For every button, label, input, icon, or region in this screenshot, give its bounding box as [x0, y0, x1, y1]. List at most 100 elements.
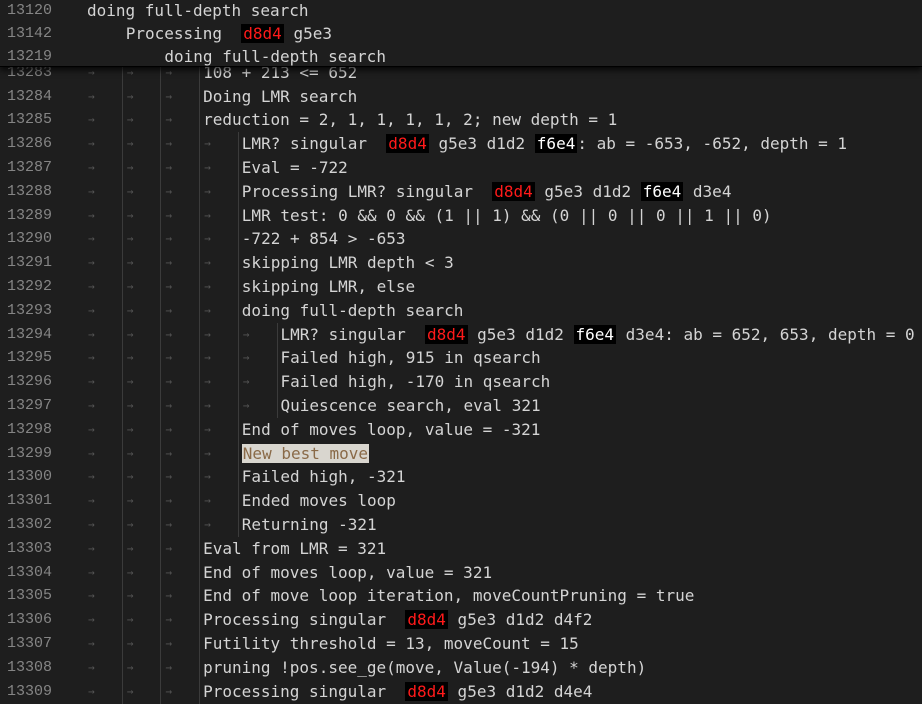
- code-line[interactable]: 13309 → → → Processing singular d8d4 g5e3 d1…: [0, 680, 922, 704]
- tab-arrow-icon: →: [204, 160, 211, 174]
- code-line[interactable]: 13294 → → → → → LMR? singular d8d4 g5e3 d1d2 f…: [0, 323, 922, 347]
- code-line[interactable]: 13292 → → → → skipping LMR, else: [0, 275, 922, 299]
- line-number: 13142: [7, 25, 53, 42]
- code-line[interactable]: 13301 → → → → Ended moves loop: [0, 489, 922, 513]
- sticky-scroll-header[interactable]: 13120 doing full-depth search 13142 Process…: [0, 0, 922, 67]
- text-segment: End of move loop iteration, moveCountPru…: [203, 586, 695, 606]
- code-line[interactable]: 13298 → → → → End of moves loop, value = -321: [0, 418, 922, 442]
- tab-arrow-icon: →: [88, 89, 95, 103]
- tab-arrow-icon: →: [88, 279, 95, 293]
- tab-arrow-icon: →: [242, 375, 250, 389]
- text-segment: Processing: [125, 24, 242, 43]
- tab-arrow-icon: →: [165, 232, 173, 246]
- code-line[interactable]: 13295 → → → → → Failed high, 915 in qsearch: [0, 346, 922, 370]
- code-line[interactable]: 13284 → → → Doing LMR search: [0, 85, 922, 109]
- code-line[interactable]: 13299 → → → → New best move: [0, 442, 922, 466]
- line-text: LMR? singular d8d4 g5e3 d1d2 f6e4: ab = …: [242, 132, 847, 156]
- line-number: 13300: [7, 468, 53, 486]
- code-line[interactable]: 13300 → → → → Failed high, -321: [0, 465, 922, 489]
- code-line[interactable]: 13293 → → → → doing full-depth search: [0, 299, 922, 323]
- highlight-white-token: f6e4: [534, 134, 578, 154]
- text-segment: -722 + 854 > -653: [241, 229, 406, 249]
- code-line[interactable]: 13303 → → → Eval from LMR = 321: [0, 537, 922, 561]
- code-line[interactable]: 13291 → → → → skipping LMR depth < 3: [0, 251, 922, 275]
- code-line[interactable]: 13308 → → → pruning !pos.see_ge(move, Value(…: [0, 656, 922, 680]
- code-line[interactable]: 13289 → → → → LMR test: 0 && 0 && (1 || 1) &&…: [0, 204, 922, 228]
- code-line[interactable]: 13296 → → → → → Failed high, -170 in qsearch: [0, 370, 922, 394]
- text-segment: : ab = -653, -652, depth = 1: [577, 134, 848, 154]
- line-text: Doing LMR search: [203, 85, 357, 109]
- selected-text: New best move: [241, 443, 370, 463]
- line-text: Processing singular d8d4 g5e3 d1d2 d4e4: [203, 680, 592, 704]
- tab-arrow-icon: →: [165, 541, 173, 555]
- line-text: Eval = -722: [242, 156, 348, 180]
- text-segment: Processing LMR? singular: [241, 181, 493, 201]
- tab-arrow-icon: →: [165, 351, 173, 365]
- line-text: Processing d8d4 g5e3: [126, 22, 332, 45]
- tab-arrow-icon: →: [165, 494, 173, 508]
- tab-arrow-icon: →: [165, 113, 173, 127]
- text-segment: g5e3 d1d2 d4e4: [447, 681, 593, 701]
- line-text: Futility threshold = 13, moveCount = 15: [203, 632, 579, 656]
- tab-arrow-icon: →: [88, 327, 95, 341]
- text-segment: Doing LMR search: [203, 86, 358, 106]
- line-number: 13299: [7, 444, 53, 462]
- code-line[interactable]: 13287 → → → → Eval = -722: [0, 156, 922, 180]
- code-line[interactable]: 13306 → → → Processing singular d8d4 g5e3 d1…: [0, 608, 922, 632]
- text-segment: Futility threshold = 13, moveCount = 15: [203, 633, 579, 653]
- text-segment: End of moves loop, value = 321: [203, 562, 493, 582]
- code-line[interactable]: 13120 doing full-depth search: [0, 0, 922, 22]
- tab-arrow-icon: →: [165, 565, 173, 579]
- line-text: doing full-depth search: [242, 299, 464, 323]
- tab-arrow-icon: →: [126, 636, 134, 650]
- line-number: 13291: [7, 254, 53, 272]
- text-segment: doing full-depth search: [241, 300, 464, 320]
- code-line[interactable]: 13142 Processing d8d4 g5e3: [0, 22, 922, 45]
- tab-arrow-icon: →: [165, 137, 173, 151]
- line-number: 13301: [7, 492, 53, 510]
- text-segment: LMR test: 0 && 0 && (1 || 1) && (0 || 0 …: [241, 205, 772, 225]
- tab-arrow-icon: →: [165, 279, 173, 293]
- tab-arrow-icon: →: [88, 137, 95, 151]
- text-segment: reduction = 2, 1, 1, 1, 1, 2; new depth …: [203, 110, 618, 130]
- line-number: 13305: [7, 587, 53, 605]
- tab-arrow-icon: →: [126, 375, 134, 389]
- text-segment: doing full-depth search: [164, 47, 386, 66]
- tab-arrow-icon: →: [204, 137, 211, 151]
- text-segment: LMR? singular: [280, 324, 425, 344]
- tab-arrow-icon: →: [88, 660, 95, 674]
- code-line[interactable]: 13219 doing full-depth search: [0, 45, 922, 68]
- code-line[interactable]: 13307 → → → Futility threshold = 13, moveCou…: [0, 632, 922, 656]
- code-line[interactable]: 13302 → → → → Returning -321: [0, 513, 922, 537]
- indent-guide: [160, 61, 162, 704]
- line-text: Quiescence search, eval 321: [281, 394, 541, 418]
- tab-arrow-icon: →: [204, 517, 211, 531]
- tab-arrow-icon: →: [204, 184, 211, 198]
- line-text: doing full-depth search: [87, 0, 309, 22]
- code-line[interactable]: 13285 → → → reduction = 2, 1, 1, 1, 1, 2; ne…: [0, 108, 922, 132]
- line-text: LMR test: 0 && 0 && (1 || 1) && (0 || 0 …: [242, 204, 772, 228]
- tab-arrow-icon: →: [165, 208, 173, 222]
- tab-arrow-icon: →: [126, 684, 134, 698]
- line-number: 13308: [7, 658, 53, 676]
- tab-arrow-icon: →: [126, 327, 134, 341]
- tab-arrow-icon: →: [165, 613, 173, 627]
- line-number: 13302: [7, 515, 53, 533]
- tab-arrow-icon: →: [88, 256, 95, 270]
- code-line[interactable]: 13288 → → → → Processing LMR? singular d8d4 g…: [0, 180, 922, 204]
- text-segment: g5e3 d1d2: [428, 134, 535, 154]
- tab-arrow-icon: →: [126, 184, 134, 198]
- line-number: 13304: [7, 563, 53, 581]
- code-line[interactable]: 13286 → → → → LMR? singular d8d4 g5e3 d1d2 f6…: [0, 132, 922, 156]
- tab-arrow-icon: →: [88, 517, 95, 531]
- tab-arrow-icon: →: [165, 327, 173, 341]
- line-number: 13287: [7, 158, 53, 176]
- code-line[interactable]: 13297 → → → → → Quiescence search, eval 321: [0, 394, 922, 418]
- line-text: New best move: [241, 442, 370, 466]
- code-line[interactable]: 13304 → → → End of moves loop, value = 321: [0, 561, 922, 585]
- text-segment: g5e3 d1d2: [534, 181, 641, 201]
- indent-guide: [237, 132, 239, 537]
- code-line[interactable]: 13290 → → → → -722 + 854 > -653: [0, 227, 922, 251]
- code-line[interactable]: 13305 → → → End of move loop iteration, move…: [0, 584, 922, 608]
- log-editor[interactable]: 13283 → → → 108 + 213 <= 652 13284 → → → Doing LM…: [0, 0, 922, 704]
